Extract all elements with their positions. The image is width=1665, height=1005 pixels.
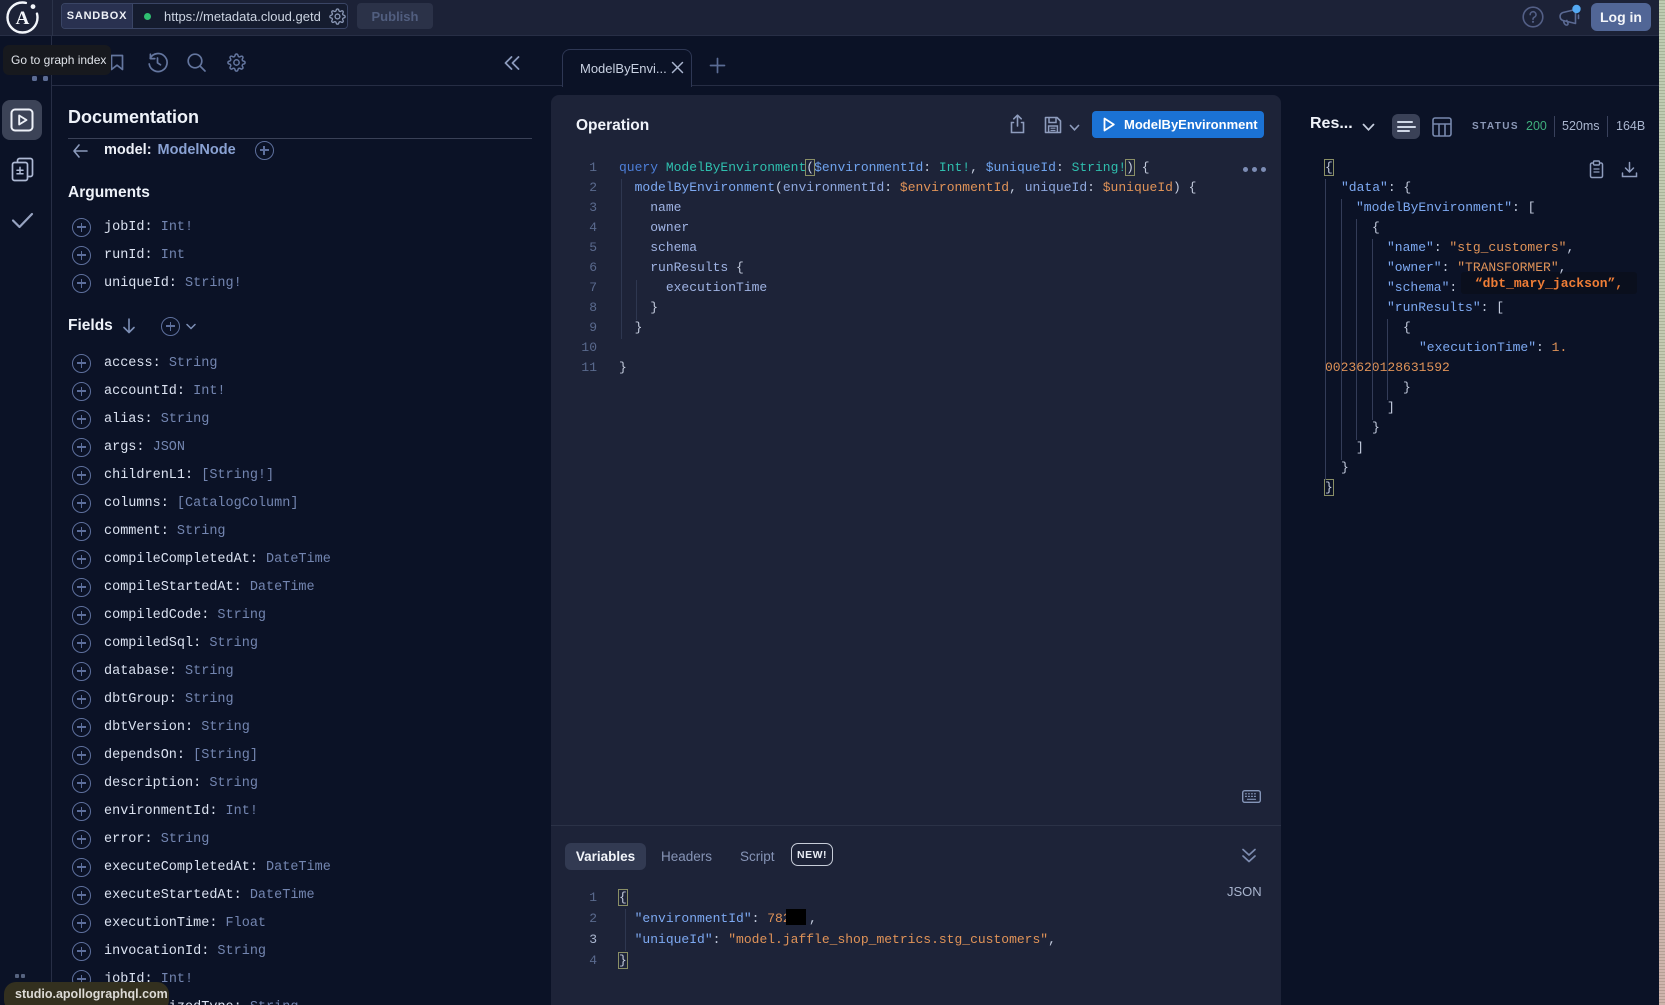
svg-text:A: A — [16, 8, 30, 29]
